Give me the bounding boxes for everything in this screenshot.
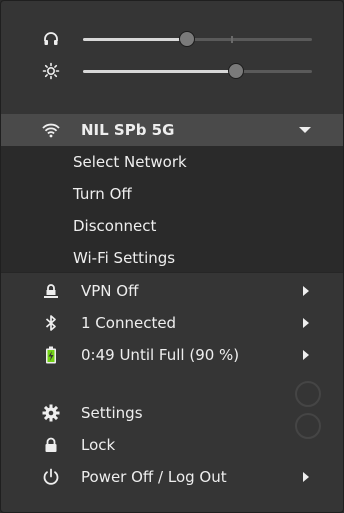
settings-label: Settings — [81, 404, 143, 422]
volume-slider-fill — [83, 37, 187, 41]
bluetooth-icon — [39, 311, 63, 335]
lock-row[interactable]: Lock — [1, 429, 343, 461]
power-label: Power Off / Log Out — [81, 468, 227, 486]
wifi-icon — [39, 118, 63, 142]
wifi-section: NIL SPb 5G Select Network Turn Off Disco… — [1, 114, 343, 272]
battery-label: 0:49 Until Full (90 %) — [81, 346, 240, 364]
menu-item-wifi-settings[interactable]: Wi-Fi Settings — [1, 242, 343, 274]
system-menu: NIL SPb 5G Select Network Turn Off Disco… — [0, 0, 344, 513]
menu-item-label: Wi-Fi Settings — [73, 249, 176, 267]
bluetooth-label: 1 Connected — [81, 314, 177, 332]
brightness-row — [1, 55, 343, 87]
headphones-icon — [39, 27, 63, 51]
chevron-right-icon — [303, 286, 309, 296]
chevron-right-icon — [303, 350, 309, 360]
brightness-icon — [39, 59, 63, 83]
brightness-slider-fill — [83, 69, 236, 73]
volume-slider-knob[interactable] — [179, 30, 195, 47]
lock-icon — [39, 433, 63, 457]
lock-label: Lock — [81, 436, 116, 454]
gear-icon — [39, 401, 63, 425]
brightness-slider-knob[interactable] — [228, 62, 244, 79]
menu-item-disconnect[interactable]: Disconnect — [1, 210, 343, 242]
power-icon — [39, 465, 63, 489]
menu-item-label: Select Network — [73, 153, 187, 171]
wifi-header[interactable]: NIL SPb 5G — [1, 114, 343, 146]
menu-item-select-network[interactable]: Select Network — [1, 146, 343, 178]
chevron-down-icon — [299, 127, 311, 133]
battery-charging-icon — [39, 343, 63, 367]
volume-row — [1, 23, 343, 55]
separator — [1, 272, 343, 273]
vpn-row[interactable]: VPN Off — [1, 275, 343, 307]
chevron-right-icon — [303, 472, 309, 482]
wifi-network-name: NIL SPb 5G — [81, 121, 175, 139]
vpn-icon — [39, 279, 63, 303]
chevron-right-icon — [303, 318, 309, 328]
volume-slider[interactable] — [83, 30, 312, 47]
vpn-label: VPN Off — [81, 282, 139, 300]
volume-100-marker — [231, 35, 233, 43]
menu-item-turn-off[interactable]: Turn Off — [1, 178, 343, 210]
bluetooth-row[interactable]: 1 Connected — [1, 307, 343, 339]
power-row[interactable]: Power Off / Log Out — [1, 461, 343, 493]
battery-row[interactable]: 0:49 Until Full (90 %) — [1, 339, 343, 371]
menu-item-label: Turn Off — [73, 185, 132, 203]
brightness-slider[interactable] — [83, 62, 312, 79]
settings-row[interactable]: Settings — [1, 397, 343, 429]
menu-item-label: Disconnect — [73, 217, 157, 235]
